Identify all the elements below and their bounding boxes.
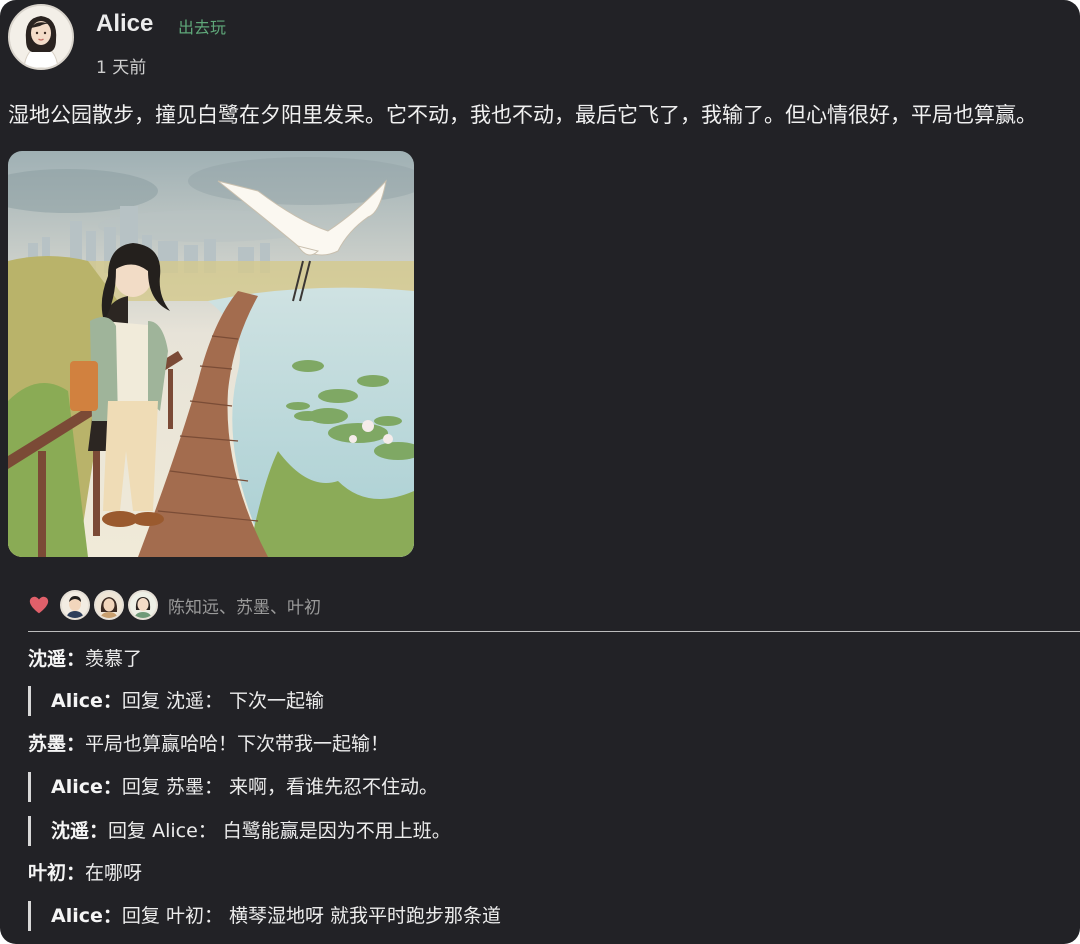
liker-avatar[interactable] — [60, 590, 90, 620]
comment-separator: ： — [102, 690, 122, 712]
post-time: 1 天前 — [96, 58, 147, 78]
post-author[interactable]: Alice — [96, 10, 153, 38]
likes-row: 陈知远、苏墨、叶初 — [28, 589, 321, 621]
avatar-portrait-icon — [10, 6, 72, 68]
reply-bar — [28, 901, 31, 931]
liker-avatar-icon — [62, 592, 88, 618]
liker-names[interactable]: 陈知远、苏墨、叶初 — [168, 593, 321, 618]
reply-bar — [28, 816, 31, 846]
comment-separator: ： — [66, 733, 86, 755]
comment-text: 横琴湿地呀 就我平时跑步那条道 — [222, 905, 502, 927]
liker-avatar-icon — [130, 592, 156, 618]
reply-target: 回复 沈遥： — [121, 690, 223, 712]
comment-author[interactable]: Alice — [51, 690, 103, 712]
liker-avatar-icon — [96, 592, 122, 618]
comment-author[interactable]: 沈遥 — [28, 648, 66, 670]
comment-separator: ： — [89, 820, 109, 842]
comment-text: 羡慕了 — [85, 648, 143, 670]
heart-icon[interactable] — [28, 594, 50, 616]
post-photo[interactable] — [8, 151, 414, 557]
comment-text: 白鹭能赢是因为不用上班。 — [216, 820, 451, 842]
reply-bar — [28, 772, 31, 802]
divider — [28, 631, 1080, 632]
comment-separator: ： — [102, 905, 122, 927]
comment-text: 平局也算赢哈哈！下次带我一起输！ — [85, 733, 390, 755]
reply-target: 回复 苏墨： — [121, 776, 223, 798]
wetland-illustration-icon — [8, 151, 414, 557]
comment-author[interactable]: Alice — [51, 905, 103, 927]
liker-avatar[interactable] — [128, 590, 158, 620]
comment-author[interactable]: 叶初 — [28, 862, 66, 884]
comment[interactable]: 苏墨：平局也算赢哈哈！下次带我一起输！ — [28, 729, 389, 759]
comment-separator: ： — [66, 862, 86, 884]
comment-text: 在哪呀 — [85, 862, 143, 884]
comment-text: 来啊，看谁先忍不住动。 — [222, 776, 438, 798]
reply-target: 回复 叶初： — [121, 905, 223, 927]
liker-avatar[interactable] — [94, 590, 124, 620]
moment-card: Alice 出去玩 1 天前 湿地公园散步，撞见白鹭在夕阳里发呆。它不动，我也不… — [0, 0, 1080, 944]
comment-author[interactable]: Alice — [51, 776, 103, 798]
post-tag[interactable]: 出去玩 — [178, 14, 226, 38]
comment-author[interactable]: 苏墨 — [28, 733, 66, 755]
comment-text: 下次一起输 — [222, 690, 324, 712]
comment-author[interactable]: 沈遥 — [51, 820, 89, 842]
comment-separator: ： — [102, 776, 122, 798]
reply-target: 回复 Alice： — [108, 820, 217, 842]
post-text: 湿地公园散步，撞见白鹭在夕阳里发呆。它不动，我也不动，最后它飞了，我输了。但心情… — [8, 103, 1037, 127]
comment[interactable]: 沈遥：羡慕了 — [28, 644, 142, 674]
comment-separator: ： — [66, 648, 86, 670]
avatar[interactable] — [8, 4, 74, 70]
reply-bar — [28, 686, 31, 716]
comment[interactable]: 叶初：在哪呀 — [28, 858, 142, 888]
